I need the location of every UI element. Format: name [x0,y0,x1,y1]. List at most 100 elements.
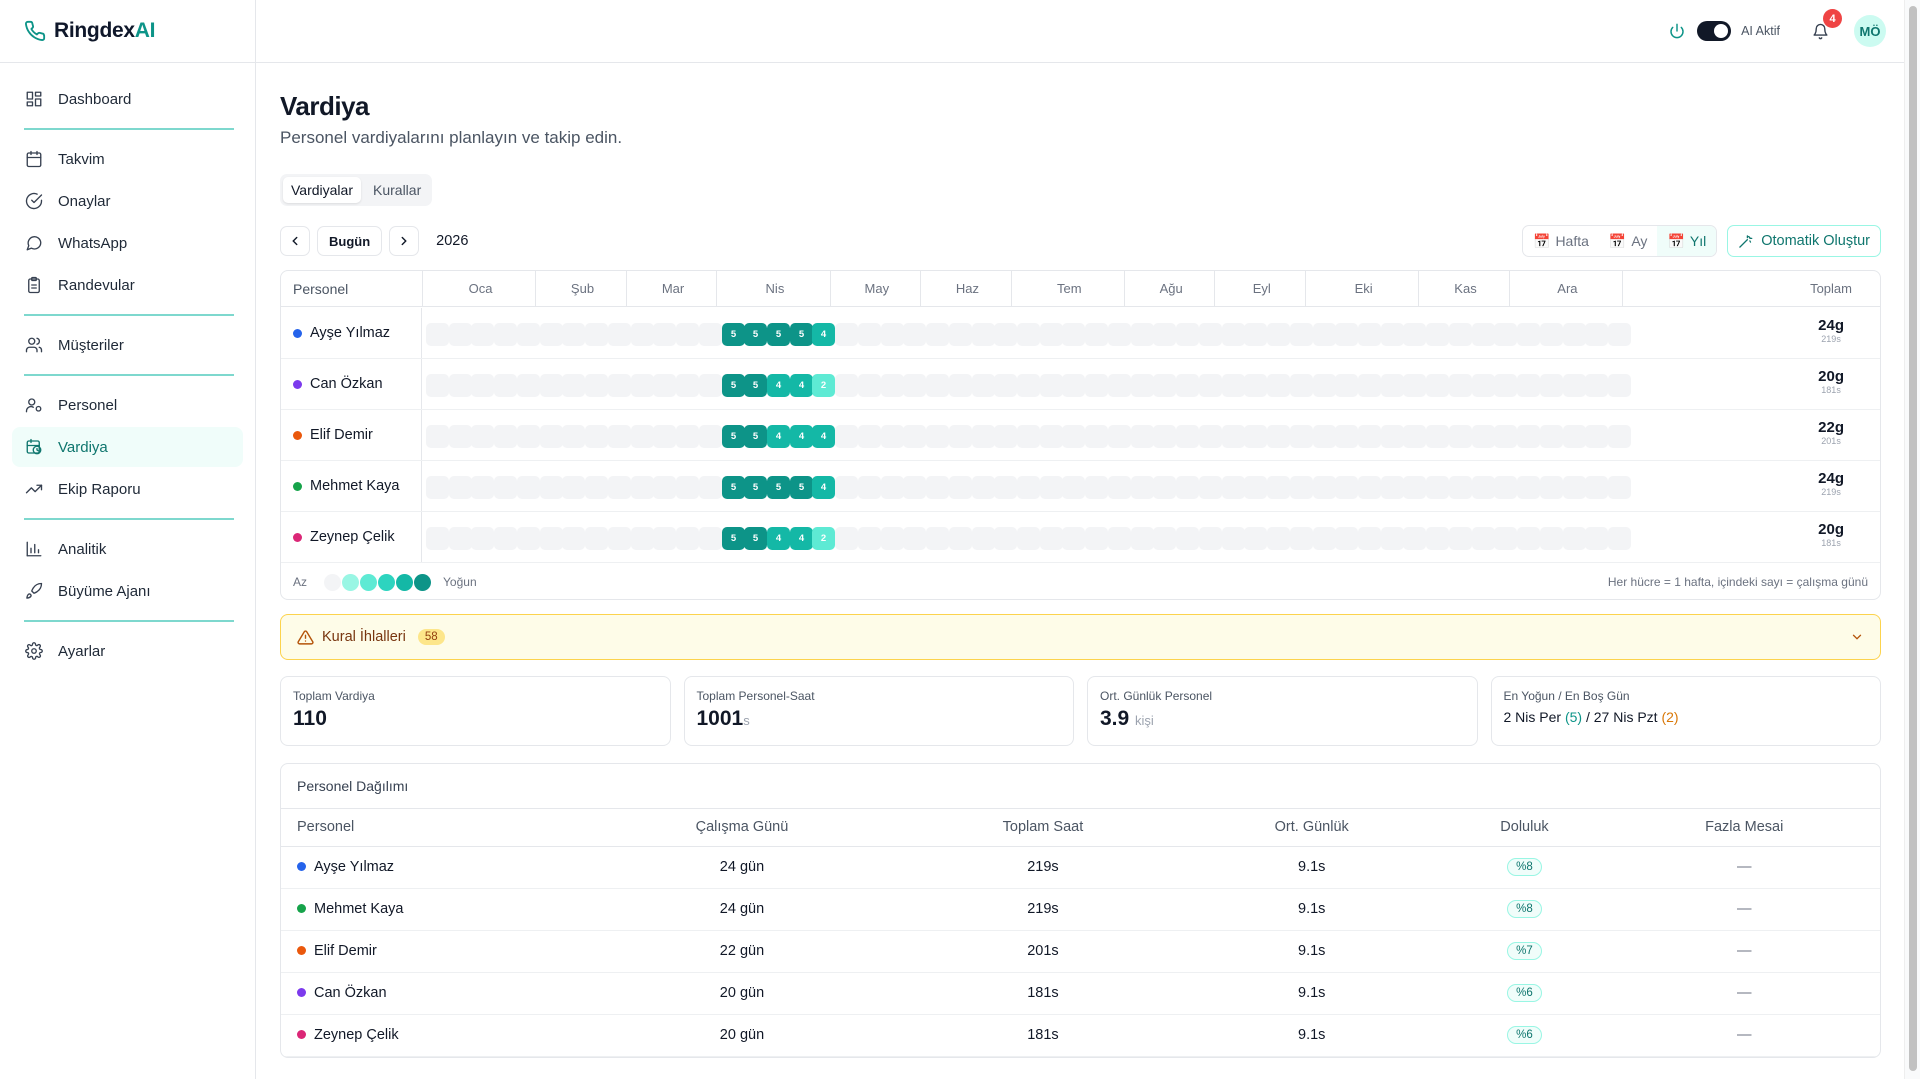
week-cell[interactable] [653,425,676,448]
week-cell[interactable] [949,476,972,499]
week-cell[interactable] [676,323,699,346]
week-cell[interactable] [949,527,972,550]
week-cell[interactable]: 5 [790,323,813,346]
week-cell[interactable] [858,476,881,499]
week-cell[interactable] [1335,527,1358,550]
week-cell[interactable] [1267,374,1290,397]
week-cell[interactable] [972,527,995,550]
sidebar-item-ekip-raporu[interactable]: Ekip Raporu [12,469,243,509]
week-cell[interactable] [926,425,949,448]
week-cell[interactable] [1222,527,1245,550]
week-cell[interactable] [449,374,472,397]
week-cell[interactable] [1176,323,1199,346]
sidebar-item-randevular[interactable]: Randevular [12,265,243,305]
week-cell[interactable] [949,425,972,448]
week-cell[interactable] [1381,374,1404,397]
week-cell[interactable] [1540,476,1563,499]
week-cell[interactable] [1449,476,1472,499]
week-cell[interactable] [1131,374,1154,397]
week-cell[interactable] [699,476,722,499]
week-cell[interactable] [1017,425,1040,448]
sidebar-item-personel[interactable]: Personel [12,385,243,425]
week-cell[interactable] [1608,476,1631,499]
week-cell[interactable] [699,323,722,346]
week-cell[interactable] [494,476,517,499]
week-cell[interactable] [653,527,676,550]
week-cell[interactable] [471,476,494,499]
week-cell[interactable]: 5 [767,476,790,499]
week-cell[interactable] [858,425,881,448]
week-cell[interactable] [1244,527,1267,550]
week-cell[interactable] [1403,527,1426,550]
week-cell[interactable] [1267,476,1290,499]
week-cell[interactable] [1426,374,1449,397]
week-cell[interactable] [653,476,676,499]
week-cell[interactable] [1131,527,1154,550]
week-cell[interactable] [562,323,585,346]
week-cell[interactable]: 5 [722,374,745,397]
week-cell[interactable]: 5 [722,476,745,499]
week-cell[interactable] [1472,323,1495,346]
week-cell[interactable] [972,374,995,397]
staff-name[interactable]: Mehmet Kaya [293,478,399,494]
scrollbar-thumb[interactable] [1909,6,1917,1071]
week-cell[interactable] [1426,425,1449,448]
week-cell[interactable] [631,374,654,397]
week-cell[interactable] [1222,374,1245,397]
week-cell[interactable] [1313,374,1336,397]
week-cell[interactable] [1585,374,1608,397]
week-cell[interactable] [1358,425,1381,448]
week-cell[interactable] [631,527,654,550]
week-cell[interactable] [562,425,585,448]
week-cell[interactable] [835,476,858,499]
week-cell[interactable] [1381,527,1404,550]
week-cell[interactable] [903,374,926,397]
week-cell[interactable] [972,476,995,499]
week-cell[interactable] [1313,425,1336,448]
week-cell[interactable] [1199,527,1222,550]
week-cell[interactable] [1131,476,1154,499]
table-row[interactable]: Ayşe Yılmaz 24 gün 219s 9.1s %8 — [281,846,1880,889]
week-cell[interactable] [1563,476,1586,499]
week-cell[interactable] [676,476,699,499]
week-cell[interactable] [1176,476,1199,499]
week-cell[interactable] [699,527,722,550]
sidebar-item-vardiya[interactable]: Vardiya [12,427,243,467]
week-cell[interactable] [903,476,926,499]
week-cell[interactable] [426,425,449,448]
sidebar-item-takvim[interactable]: Takvim [12,139,243,179]
week-cell[interactable] [585,323,608,346]
week-cell[interactable] [1199,476,1222,499]
week-cell[interactable] [608,323,631,346]
week-cell[interactable] [426,476,449,499]
week-cell[interactable] [517,374,540,397]
week-cell[interactable] [562,527,585,550]
week-cell[interactable] [1563,527,1586,550]
week-cell[interactable] [1244,425,1267,448]
week-cell[interactable] [631,323,654,346]
week-cell[interactable] [881,374,904,397]
week-cell[interactable] [1085,374,1108,397]
week-cell[interactable] [1131,323,1154,346]
table-row[interactable]: Mehmet Kaya 24 gün 219s 9.1s %8 — [281,888,1880,931]
week-cell[interactable] [540,425,563,448]
week-cell[interactable] [1563,425,1586,448]
week-cell[interactable] [585,527,608,550]
col-avg-daily[interactable]: Ort. Günlük [1182,809,1441,847]
week-cell[interactable] [1108,323,1131,346]
week-cell[interactable] [1290,476,1313,499]
week-cell[interactable] [1517,476,1540,499]
rule-violations-panel[interactable]: Kural İhlalleri 58 [280,614,1881,660]
scrollbar[interactable] [1904,0,1920,1079]
week-cell[interactable] [540,476,563,499]
week-cell[interactable] [1358,476,1381,499]
week-cell[interactable] [653,374,676,397]
week-cell[interactable] [1313,476,1336,499]
week-cell[interactable] [1017,323,1040,346]
week-cell[interactable] [1040,476,1063,499]
week-cell[interactable] [1290,425,1313,448]
week-cell[interactable]: 4 [767,425,790,448]
week-cell[interactable] [1494,374,1517,397]
view-year-button[interactable]: 📅 Yıl [1657,226,1717,256]
week-cell[interactable]: 4 [812,323,835,346]
